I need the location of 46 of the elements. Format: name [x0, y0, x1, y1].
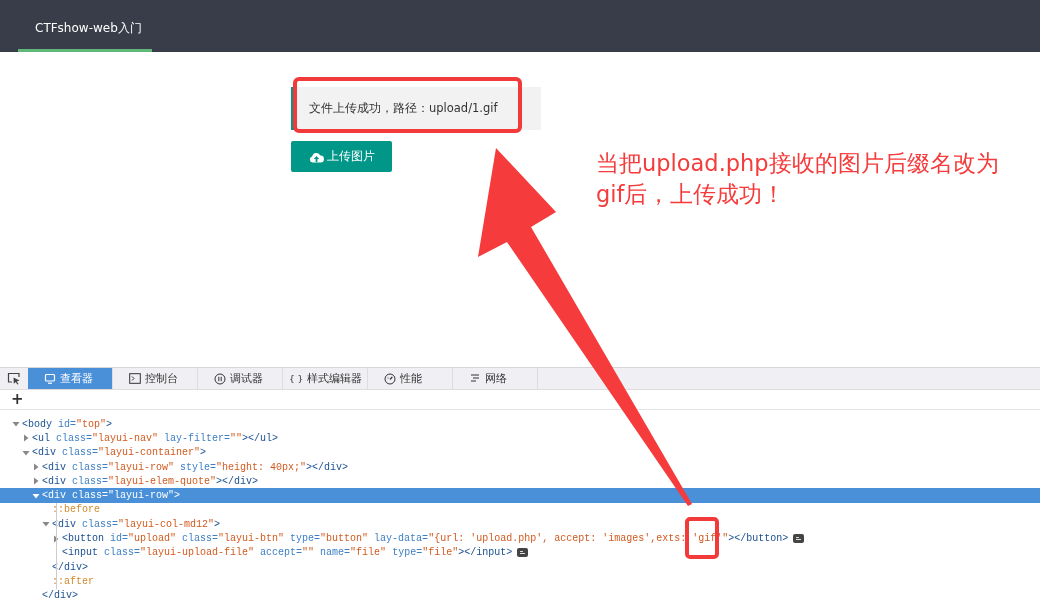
markup-line[interactable]: <div class="layui-row" style="height: 40px;"></div>: [42, 461, 349, 473]
tree-row[interactable]: </div>: [0, 559, 1040, 575]
tree-row[interactable]: <div class="layui-row" style="height: 40px;"></div>: [0, 459, 1040, 475]
devtools-tab[interactable]: 控制台: [113, 368, 198, 389]
tree-row[interactable]: <div class="layui-elem-quote"></div>: [0, 474, 1040, 489]
markup-line[interactable]: <div class="layui-elem-quote"></div>: [42, 475, 259, 487]
add-node-button[interactable]: +: [0, 392, 24, 407]
devtools-tab[interactable]: { } 样式编辑器: [283, 368, 368, 389]
gauge-icon: [384, 372, 396, 385]
devtools-tab[interactable]: 网络: [453, 368, 538, 389]
success-message: 文件上传成功，路径：upload/1.gif: [309, 101, 498, 115]
event-badge-icon[interactable]: [793, 534, 805, 543]
tree-row[interactable]: <body id="top">: [0, 417, 1040, 432]
markup-line[interactable]: <body id="top">: [22, 418, 113, 430]
markup-line[interactable]: <ul class="layui-nav" lay-filter=""></ul>: [32, 432, 279, 444]
tree-row[interactable]: <ul class="layui-nav" lay-filter=""></ul>: [0, 431, 1040, 446]
markup-line[interactable]: <div class="layui-container">: [32, 447, 207, 459]
tree-row[interactable]: <div class="layui-container">: [0, 445, 1040, 460]
expand-triangle-icon[interactable]: [52, 534, 60, 543]
network-icon: [469, 373, 481, 384]
tree-row[interactable]: <input class="layui-upload-file" accept="" name="file" type="file"></input>: [0, 545, 1040, 560]
tree-row[interactable]: <div class="layui-col-md12">: [0, 517, 1040, 532]
upload-button[interactable]: 上传图片: [291, 141, 392, 172]
annotation-text: 当把upload.php接收的图片后缀名改为gif后，上传成功！: [596, 149, 1000, 209]
cloud-upload-icon: [309, 150, 324, 163]
pause-icon: [214, 372, 226, 385]
markup-line[interactable]: </div>: [52, 561, 88, 573]
nav-tab[interactable]: CTFshow-web入门: [18, 0, 152, 52]
devtools-tab[interactable]: 性能: [368, 368, 453, 389]
devtools-tab[interactable]: 调试器: [198, 368, 283, 389]
collapse-triangle-icon[interactable]: [12, 420, 20, 429]
console-icon: [129, 373, 141, 384]
collapse-triangle-icon[interactable]: [22, 448, 30, 457]
tree-row[interactable]: </div>: [0, 588, 1040, 603]
element-picker-icon[interactable]: [7, 372, 21, 385]
collapse-triangle-icon[interactable]: [42, 520, 50, 529]
markup-line[interactable]: <input class="layui-upload-file" accept="" name="file" type="file"></input>: [62, 547, 513, 559]
collapse-triangle-icon[interactable]: [32, 491, 40, 500]
expand-triangle-icon[interactable]: [32, 463, 40, 472]
braces-icon: { }: [289, 373, 304, 384]
event-badge-icon[interactable]: [517, 548, 529, 558]
markup-line[interactable]: <div class="layui-col-md12">: [52, 518, 221, 530]
inspector-icon: [44, 373, 56, 384]
expand-triangle-icon[interactable]: [22, 434, 30, 443]
expand-triangle-icon[interactable]: [32, 477, 40, 486]
markup-line[interactable]: </div>: [42, 590, 78, 602]
